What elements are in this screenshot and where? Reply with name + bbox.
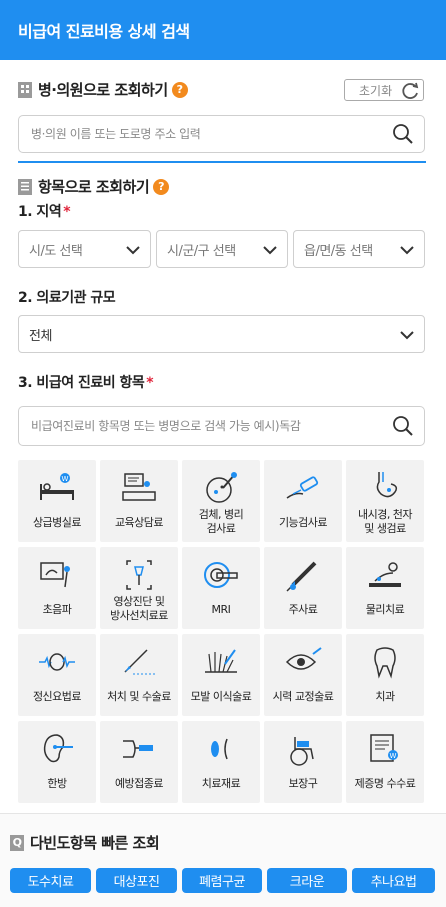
tile-imaging-radiation[interactable]: 영상진단 및 방사선치료료 xyxy=(100,547,178,629)
vaccine-icon xyxy=(123,740,153,758)
search-icon[interactable] xyxy=(392,123,414,145)
hospital-section-label: 병·의원으로 조회하기 xyxy=(38,81,168,99)
items-label: 3. 비급여 진료비 항목 * xyxy=(18,375,154,391)
search-icon[interactable] xyxy=(392,415,414,437)
tile-ultrasound[interactable]: 초음파 xyxy=(18,547,96,629)
chevron-down-icon xyxy=(400,246,414,255)
item-section-label: 항목으로 조회하기 xyxy=(38,178,150,196)
scale-select[interactable]: 전체 xyxy=(18,315,425,353)
region-label: 1. 지역 * xyxy=(18,204,71,220)
consult-icon xyxy=(122,473,156,501)
section-divider xyxy=(18,161,426,163)
item-section-title: 항목으로 조회하기 ? xyxy=(18,176,170,197)
required-mark: * xyxy=(146,375,154,391)
tile-education-consult[interactable]: 교육상담료 xyxy=(100,460,178,542)
specimen-icon xyxy=(206,472,237,503)
quick-section-title: Q 다빈도항목 빠른 조회 xyxy=(10,832,160,853)
page-header: 비급여 진료비용 상세 검색 xyxy=(0,0,446,60)
tile-assistive-device[interactable]: 보장구 xyxy=(264,721,342,803)
syringe-icon xyxy=(286,561,317,592)
ear-acupuncture-icon xyxy=(43,734,73,763)
eye-icon xyxy=(285,647,322,670)
scale-label: 2. 의료기관 규모 xyxy=(18,290,116,306)
hospital-section-title: 병·의원으로 조회하기 ? xyxy=(18,79,188,100)
quick-chip-shingles[interactable]: 대상포진 xyxy=(96,868,177,893)
tile-physiotherapy[interactable]: 물리치료 xyxy=(346,547,424,629)
help-icon[interactable]: ? xyxy=(171,81,188,98)
tile-injection[interactable]: 주사료 xyxy=(264,547,342,629)
bed-icon: W xyxy=(40,473,74,500)
tile-certificate-fee[interactable]: W 제증명 수수료 xyxy=(346,721,424,803)
tile-specimen[interactable]: 검체, 병리 검사료 xyxy=(182,460,260,542)
reset-button[interactable]: 초기화 xyxy=(344,79,424,101)
tooth-icon xyxy=(374,647,396,679)
required-mark: * xyxy=(63,204,71,220)
scalpel-icon xyxy=(124,649,155,675)
chevron-down-icon xyxy=(126,246,140,255)
tile-mri[interactable]: MRI xyxy=(182,547,260,629)
help-icon[interactable]: ? xyxy=(153,178,170,195)
brain-icon xyxy=(39,653,75,671)
quick-chip-chuna[interactable]: 추나요법 xyxy=(352,868,435,893)
chevron-down-icon xyxy=(263,246,277,255)
item-search-box xyxy=(18,406,425,446)
quick-section-label: 다빈도항목 빠른 조회 xyxy=(30,834,160,852)
hospital-search-input[interactable] xyxy=(19,116,369,152)
sigungu-select[interactable]: 시/군/구 선택 xyxy=(156,230,288,268)
sido-select[interactable]: 시/도 선택 xyxy=(18,230,151,268)
tile-dental[interactable]: 치과 xyxy=(346,634,424,716)
hospital-search-box xyxy=(18,115,425,153)
tile-vision-correction[interactable]: 시력 교정술료 xyxy=(264,634,342,716)
endoscope-icon xyxy=(376,472,398,498)
material-icon xyxy=(211,738,228,760)
quick-chip-pneumococcal[interactable]: 폐렴구균 xyxy=(182,868,262,893)
tile-oriental-medicine[interactable]: 한방 xyxy=(18,721,96,803)
hair-icon xyxy=(205,649,237,673)
q-badge-icon: Q xyxy=(10,834,24,851)
physio-icon xyxy=(369,562,401,587)
quick-chip-crown[interactable]: 크라운 xyxy=(267,868,347,893)
xray-icon xyxy=(126,560,152,590)
refresh-icon xyxy=(402,82,419,99)
svg-text:W: W xyxy=(62,475,69,483)
tile-treatment-surgery[interactable]: 처치 및 수술료 xyxy=(100,634,178,716)
tile-room-fee[interactable]: W 상급병실료 xyxy=(18,460,96,542)
wheelchair-icon xyxy=(290,737,314,766)
svg-text:W: W xyxy=(390,752,397,760)
tile-psychotherapy[interactable]: 정신요법료 xyxy=(18,634,96,716)
mri-icon xyxy=(204,562,238,588)
tile-endoscope[interactable]: 내시경, 천자 및 생검료 xyxy=(346,460,424,542)
document-icon xyxy=(18,81,32,98)
list-document-icon xyxy=(18,178,32,195)
chevron-down-icon xyxy=(400,331,414,340)
page-title: 비급여 진료비용 상세 검색 xyxy=(18,22,190,41)
tile-vaccination[interactable]: 예방접종료 xyxy=(100,721,178,803)
tile-treatment-material[interactable]: 치료재료 xyxy=(182,721,260,803)
quick-chip-dosu[interactable]: 도수치료 xyxy=(10,868,91,893)
tile-hair-transplant[interactable]: 모발 이식술료 xyxy=(182,634,260,716)
tile-function-test[interactable]: 기능검사료 xyxy=(264,460,342,542)
function-test-icon xyxy=(286,476,319,499)
ultrasound-icon xyxy=(40,562,70,588)
eupmyeondong-select[interactable]: 읍/면/동 선택 xyxy=(293,230,425,268)
certificate-icon: W xyxy=(370,734,398,762)
item-search-input[interactable] xyxy=(19,407,369,445)
reset-label: 초기화 xyxy=(359,83,393,98)
